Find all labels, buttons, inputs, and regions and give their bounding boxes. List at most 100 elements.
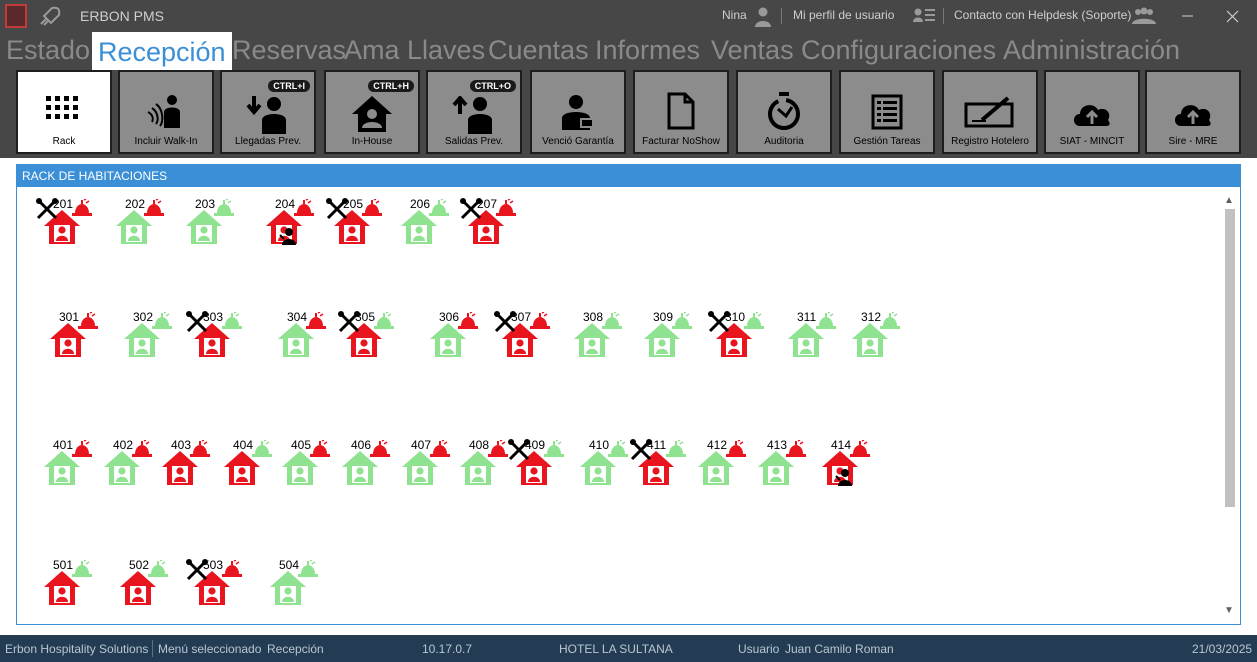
team-icon[interactable] [1132, 6, 1156, 26]
room-503[interactable]: 503 [185, 558, 245, 618]
scrollbar-thumb[interactable] [1225, 209, 1235, 507]
housekeeping-bell-icon [488, 440, 508, 457]
in-house-label: In-House [351, 136, 393, 147]
status-bar: Erbon Hospitality Solutions Menú selecci… [0, 635, 1257, 662]
task-list-icon [871, 94, 903, 130]
room-414[interactable]: 414 [813, 438, 873, 498]
room-402[interactable]: 402 [95, 438, 155, 498]
room-413[interactable]: 413 [749, 438, 809, 498]
room-204[interactable]: 204 [257, 197, 317, 257]
scroll-down-icon[interactable]: ▼ [1224, 605, 1234, 616]
menu-reservas[interactable]: Reservas [232, 35, 346, 66]
room-411[interactable]: 411 [629, 438, 689, 498]
room-308[interactable]: 308 [565, 310, 625, 370]
user-icon[interactable] [752, 6, 774, 28]
maintenance-tools-icon [460, 198, 482, 220]
tasks-button[interactable]: Gestión Tareas [839, 70, 935, 154]
scroll-up-icon[interactable]: ▲ [1224, 195, 1234, 206]
housekeeping-bell-icon [429, 199, 449, 216]
menu-estado[interactable]: Estado [6, 35, 90, 66]
room-206[interactable]: 206 [392, 197, 452, 257]
room-302[interactable]: 302 [115, 310, 175, 370]
room-501[interactable]: 501 [35, 558, 95, 618]
helpdesk-link[interactable]: Contacto con Helpdesk (Soporte) [954, 8, 1131, 22]
separator [781, 8, 782, 24]
room-410[interactable]: 410 [571, 438, 631, 498]
maintenance-tools-icon [708, 311, 730, 333]
maintenance-tools-icon [186, 559, 208, 581]
room-409[interactable]: 409 [507, 438, 567, 498]
user-name[interactable]: Nina [722, 8, 747, 22]
room-404[interactable]: 404 [215, 438, 275, 498]
maintenance-tools-icon [338, 311, 360, 333]
audit-button[interactable]: Auditoria [736, 70, 832, 154]
sire-mre-label: Sire - MRE [1168, 136, 1218, 147]
room-202[interactable]: 202 [107, 197, 167, 257]
profile-card-icon[interactable] [912, 6, 936, 26]
room-301[interactable]: 301 [41, 310, 101, 370]
menu-cuentas[interactable]: Cuentas [488, 35, 589, 66]
menu-ventas[interactable]: Ventas [711, 35, 794, 66]
user-label: Usuario [738, 642, 780, 656]
walk-in-button[interactable]: Incluir Walk-In [118, 70, 214, 154]
in-house-button[interactable]: CTRL+H In-House [324, 70, 420, 154]
room-412[interactable]: 412 [689, 438, 749, 498]
menu-ama-llaves[interactable]: Ama Llaves [344, 35, 485, 66]
signature-icon [964, 96, 1014, 128]
sire-mre-button[interactable]: Sire - MRE [1145, 70, 1241, 154]
housekeeping-bell-icon [72, 560, 92, 577]
room-207[interactable]: 207 [459, 197, 519, 257]
room-310[interactable]: 310 [707, 310, 767, 370]
shortcut-badge: CTRL+I [268, 80, 310, 92]
room-405[interactable]: 405 [273, 438, 333, 498]
rack-button[interactable]: Rack [16, 70, 112, 154]
room-303[interactable]: 303 [185, 310, 245, 370]
room-201[interactable]: 201 [35, 197, 95, 257]
close-icon[interactable] [1210, 0, 1256, 32]
housekeeping-bell-icon [214, 199, 234, 216]
room-306[interactable]: 306 [421, 310, 481, 370]
room-312[interactable]: 312 [843, 310, 903, 370]
housekeeping-bell-icon [222, 312, 242, 329]
guarantee-button[interactable]: Venció Garantía [530, 70, 626, 154]
room-309[interactable]: 309 [635, 310, 695, 370]
current-date: 21/03/2025 [1192, 642, 1253, 656]
room-408[interactable]: 408 [451, 438, 511, 498]
room-406[interactable]: 406 [333, 438, 393, 498]
room-307[interactable]: 307 [493, 310, 553, 370]
departures-button[interactable]: CTRL+O Salidas Prev. [426, 70, 522, 154]
room-403[interactable]: 403 [153, 438, 213, 498]
arrivals-label: Llegadas Prev. [235, 136, 301, 147]
hotel-registry-button[interactable]: Registro Hotelero [942, 70, 1038, 154]
minimize-icon[interactable] [1164, 0, 1210, 32]
room-502[interactable]: 502 [111, 558, 171, 618]
rocket-icon[interactable] [38, 5, 62, 27]
room-304[interactable]: 304 [269, 310, 329, 370]
menu-configuraciones[interactable]: Configuraciones [801, 35, 996, 66]
room-504[interactable]: 504 [261, 558, 321, 618]
arrivals-button[interactable]: CTRL+I Llegadas Prev. [220, 70, 316, 154]
room-203[interactable]: 203 [177, 197, 237, 257]
rack-button-label: Rack [52, 136, 76, 147]
profile-link[interactable]: Mi perfil de usuario [793, 8, 894, 22]
housekeeping-bell-icon [816, 312, 836, 329]
selected-menu-label: Menú seleccionado [158, 642, 262, 656]
noshow-button[interactable]: Facturar NoShow [633, 70, 729, 154]
menu-administracion[interactable]: Administración [1003, 35, 1180, 66]
housekeeping-bell-icon [726, 440, 746, 457]
room-401[interactable]: 401 [35, 438, 95, 498]
guarantee-icon [562, 95, 594, 130]
guarantee-label: Venció Garantía [542, 136, 614, 147]
menu-recepcion[interactable]: Recepción [92, 32, 232, 70]
cloud-upload-icon [1175, 105, 1211, 126]
housekeeping-bell-icon [496, 199, 516, 216]
separator [152, 640, 153, 657]
hotel-name: HOTEL LA SULTANA [559, 642, 673, 656]
room-305[interactable]: 305 [337, 310, 397, 370]
room-311[interactable]: 311 [779, 310, 839, 370]
housekeeping-bell-icon [850, 440, 870, 457]
room-407[interactable]: 407 [393, 438, 453, 498]
siat-mincit-button[interactable]: SIAT - MINCIT [1044, 70, 1140, 154]
menu-informes[interactable]: Informes [595, 35, 700, 66]
room-205[interactable]: 205 [325, 197, 385, 257]
